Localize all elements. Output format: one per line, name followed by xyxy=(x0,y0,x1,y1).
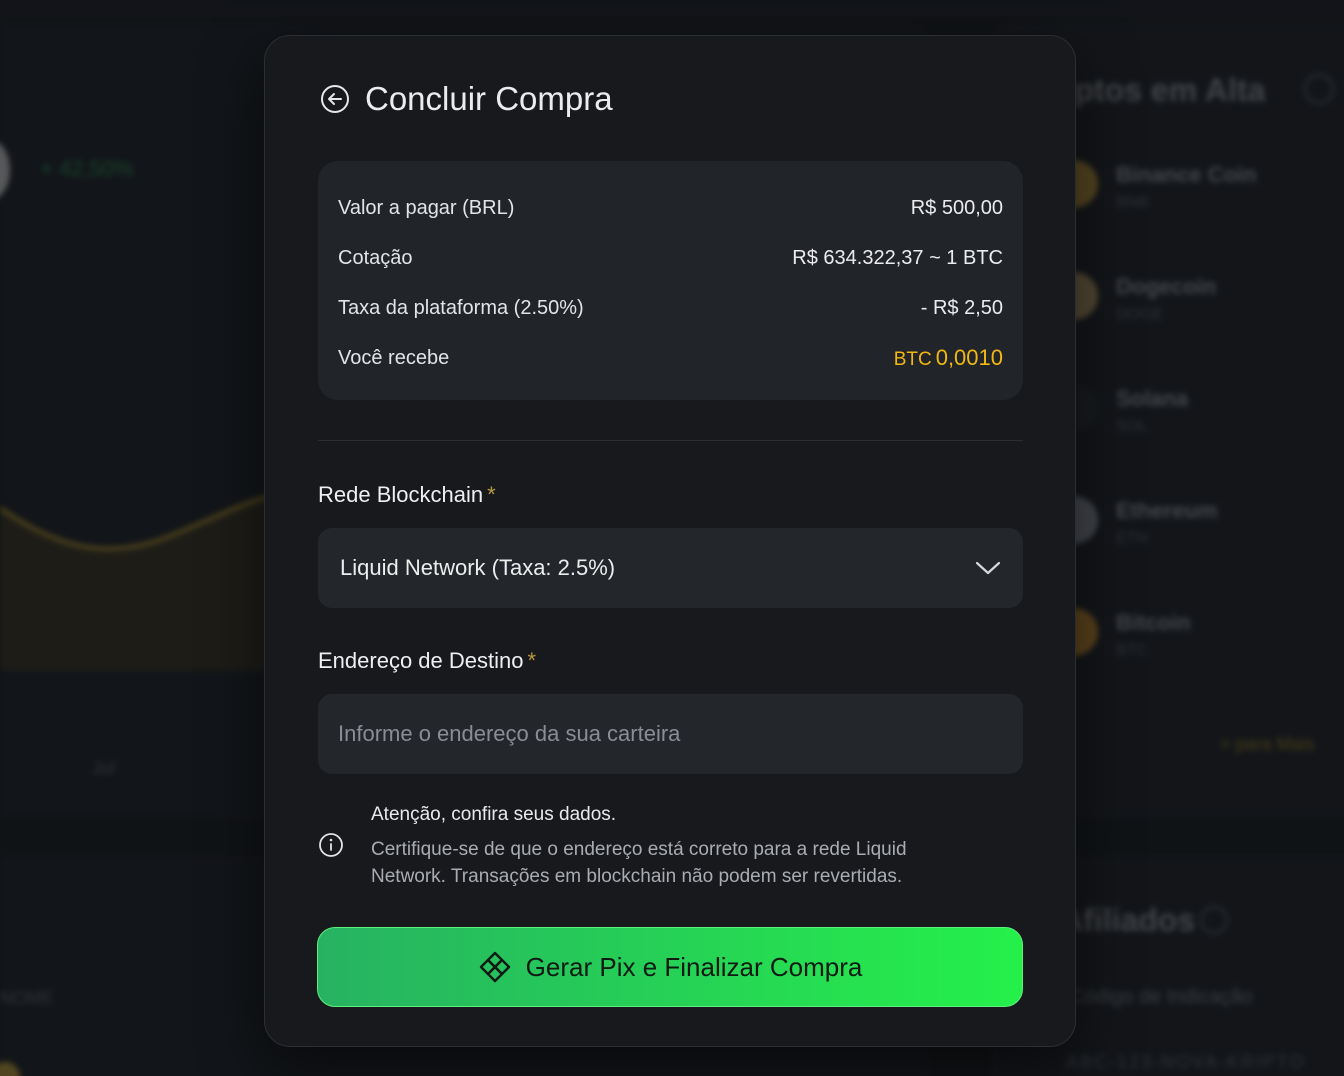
address-label: Endereço de Destino * xyxy=(318,648,536,674)
info-icon xyxy=(319,833,343,857)
arrow-left-circle-icon xyxy=(321,85,349,113)
summary-value: R$ 634.322,37 ~ 1 BTC xyxy=(792,246,1003,269)
network-label-text: Rede Blockchain xyxy=(318,482,484,507)
summary-value: - R$ 2,50 xyxy=(920,296,1003,319)
required-marker: * xyxy=(487,482,496,507)
warning-title: Atenção, confira seus dados. xyxy=(371,804,617,825)
required-marker: * xyxy=(527,648,537,673)
generate-pix-button[interactable]: Gerar Pix e Finalizar Compra xyxy=(317,927,1023,1007)
summary-value: R$ 500,00 xyxy=(910,196,1003,219)
receive-amount: BTC 0,0010 xyxy=(894,345,1003,371)
summary-row-receive: Você recebe BTC 0,0010 xyxy=(338,333,1003,383)
wallet-address-input[interactable] xyxy=(318,694,1023,774)
summary-row-fee: Taxa da plataforma (2.50%) - R$ 2,50 xyxy=(338,283,1003,333)
warning-notice: Atenção, confira seus dados. Certifique-… xyxy=(318,802,1023,902)
chevron-down-icon xyxy=(975,561,1001,575)
summary-label: Taxa da plataforma (2.50%) xyxy=(338,296,584,319)
summary-row-quote: Cotação R$ 634.322,37 ~ 1 BTC xyxy=(338,233,1003,283)
receive-value: 0,0010 xyxy=(935,345,1003,370)
summary-label: Cotação xyxy=(338,246,413,269)
network-label: Rede Blockchain * xyxy=(318,482,496,508)
generate-pix-button-label: Gerar Pix e Finalizar Compra xyxy=(525,951,863,982)
modal-header: Concluir Compra xyxy=(319,76,613,122)
network-select-value: Liquid Network (Taxa: 2.5%) xyxy=(340,555,616,580)
back-button[interactable] xyxy=(319,83,351,115)
warning-text: Certifique-se de que o endereço está cor… xyxy=(371,839,907,887)
divider xyxy=(318,440,1023,441)
checkout-modal: Concluir Compra Valor a pagar (BRL) R$ 5… xyxy=(264,35,1076,1047)
network-select[interactable]: Liquid Network (Taxa: 2.5%) xyxy=(318,528,1023,608)
receive-currency: BTC xyxy=(893,349,932,370)
modal-title: Concluir Compra xyxy=(365,80,613,117)
summary-label: Você recebe xyxy=(338,346,450,369)
summary-row-amount: Valor a pagar (BRL) R$ 500,00 xyxy=(338,183,1003,233)
order-summary: Valor a pagar (BRL) R$ 500,00 Cotação R$… xyxy=(318,161,1023,400)
pix-icon xyxy=(479,951,510,983)
address-label-text: Endereço de Destino xyxy=(318,648,524,673)
summary-label: Valor a pagar (BRL) xyxy=(338,196,515,219)
